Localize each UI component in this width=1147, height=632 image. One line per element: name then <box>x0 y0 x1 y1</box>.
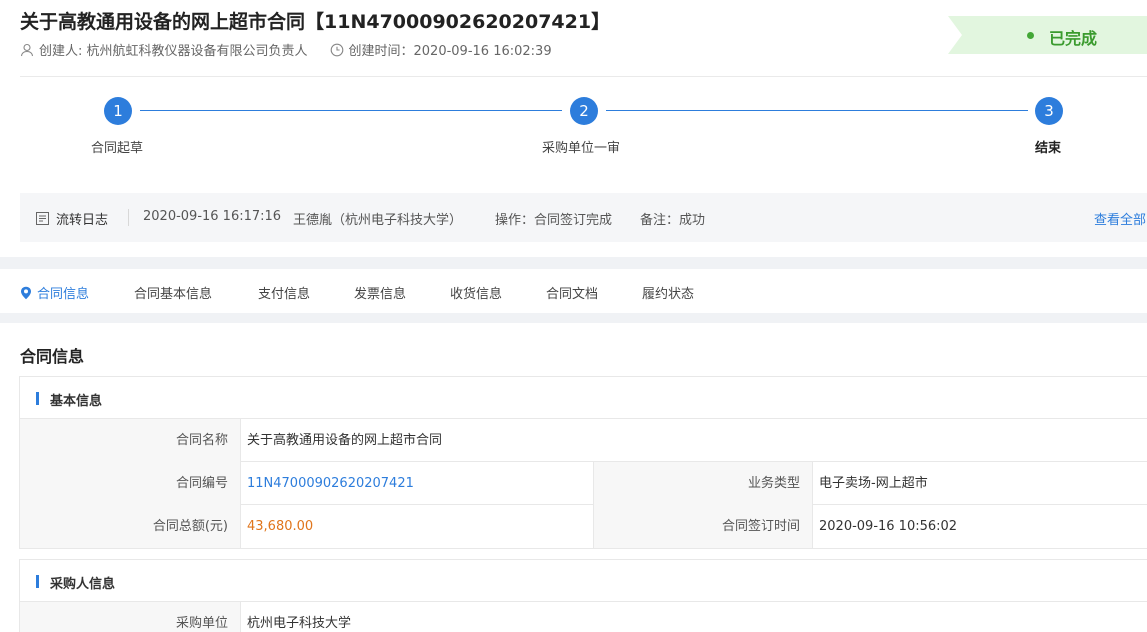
log-user: 王德胤（杭州电子科技大学） <box>293 213 463 228</box>
table-row: 合同名称 关于高教通用设备的网上超市合同 <box>20 419 1147 462</box>
page-title: 关于高教通用设备的网上超市合同【11N47000902620207421】 <box>20 11 611 33</box>
clock-icon <box>330 43 343 56</box>
contract-name-value: 关于高教通用设备的网上超市合同 <box>247 433 443 448</box>
tab-receipt-info[interactable]: 收货信息 <box>450 283 502 302</box>
tab-performance-status[interactable]: 履约状态 <box>642 283 694 302</box>
tab-contract-docs[interactable]: 合同文档 <box>546 283 598 302</box>
section-accent-bar <box>36 575 39 588</box>
status-badge: 已完成 <box>948 16 1147 54</box>
step-2-label: 采购单位一审 <box>542 141 621 156</box>
tab-contract-info[interactable]: 合同信息 <box>20 283 89 302</box>
table-row: 采购单位 杭州电子科技大学 <box>20 602 1147 632</box>
step-3-label: 结束 <box>1035 141 1062 156</box>
table-row: 合同总额(元) 43,680.00 合同签订时间 2020-09-16 10:5… <box>20 505 1147 548</box>
created-time-info: 创建时间：2020-09-16 16:02:39 <box>330 40 552 59</box>
step-1-circle: 1 <box>104 97 132 125</box>
contract-amount-value: 43,680.00 <box>247 519 314 534</box>
status-text: 已完成 <box>1049 29 1098 48</box>
document-list-icon <box>36 212 49 225</box>
location-pin-icon <box>21 286 31 300</box>
tab-invoice-info[interactable]: 发票信息 <box>354 283 406 302</box>
tab-basic-info[interactable]: 合同基本信息 <box>134 283 212 302</box>
business-type-value: 电子卖场-网上超市 <box>819 476 928 491</box>
flow-log-bar: 流转日志 2020-09-16 16:17:16 王德胤（杭州电子科技大学） 操… <box>20 193 1147 242</box>
buyer-info-card: 采购人信息 采购单位 杭州电子科技大学 <box>19 559 1147 632</box>
basic-info-card: 基本信息 合同名称 关于高教通用设备的网上超市合同 合同编号 11N470009… <box>19 376 1147 549</box>
step-1-label: 合同起草 <box>91 141 144 156</box>
section-title: 合同信息 <box>20 347 85 366</box>
table-row: 合同编号 11N47000902620207421 业务类型 电子卖场-网上超市 <box>20 462 1147 505</box>
created-time-text: 创建时间：2020-09-16 16:02:39 <box>348 44 552 59</box>
contract-header: 关于高教通用设备的网上超市合同【11N47000902620207421】 创建… <box>0 0 1147 257</box>
creator-info: 创建人: 杭州航虹科教仪器设备有限公司负责人 <box>20 40 308 59</box>
basic-info-title: 基本信息 <box>50 394 103 409</box>
flow-log-label: 流转日志 <box>36 209 108 228</box>
log-remark: 备注：成功 <box>640 213 706 228</box>
step-connector-1 <box>140 110 562 111</box>
contract-info-panel: 合同信息 基本信息 合同名称 关于高教通用设备的网上超市合同 合同编号 11N4… <box>0 323 1147 632</box>
tab-contract-info-label: 合同信息 <box>37 287 90 302</box>
status-dot-icon <box>1027 32 1034 39</box>
sign-time-label: 合同签订时间 <box>594 505 812 548</box>
contract-no-label: 合同编号 <box>20 462 240 505</box>
tab-bar: 合同信息 合同基本信息 支付信息 发票信息 收货信息 合同文档 履约状态 <box>0 269 1147 313</box>
user-icon <box>20 43 34 56</box>
step-connector-2 <box>606 110 1028 111</box>
buyer-info-title: 采购人信息 <box>50 577 116 592</box>
view-all-link[interactable]: 查看全部 <box>1094 209 1146 228</box>
business-type-label: 业务类型 <box>594 462 812 505</box>
contract-amount-label: 合同总额(元) <box>20 505 240 548</box>
sign-time-value: 2020-09-16 10:56:02 <box>819 519 958 534</box>
creator-text: 创建人: 杭州航虹科教仪器设备有限公司负责人 <box>39 44 308 59</box>
tab-payment-info[interactable]: 支付信息 <box>258 283 310 302</box>
contract-no-value[interactable]: 11N47000902620207421 <box>240 462 414 505</box>
purchase-unit-value: 杭州电子科技大学 <box>247 616 352 631</box>
step-3-circle: 3 <box>1035 97 1063 125</box>
step-2-circle: 2 <box>570 97 598 125</box>
log-time: 2020-09-16 16:17:16 <box>143 209 282 224</box>
basic-info-header: 基本信息 <box>20 377 1147 419</box>
divider <box>20 76 1147 77</box>
log-operation: 操作：合同签订完成 <box>495 213 613 228</box>
contract-name-label: 合同名称 <box>20 419 240 462</box>
log-separator <box>128 209 129 226</box>
flow-log-label-text: 流转日志 <box>56 213 109 228</box>
buyer-info-header: 采购人信息 <box>20 560 1147 602</box>
purchase-unit-label: 采购单位 <box>20 602 240 632</box>
header-meta: 创建人: 杭州航虹科教仪器设备有限公司负责人 创建时间：2020-09-16 1… <box>20 40 574 59</box>
section-accent-bar <box>36 392 39 405</box>
